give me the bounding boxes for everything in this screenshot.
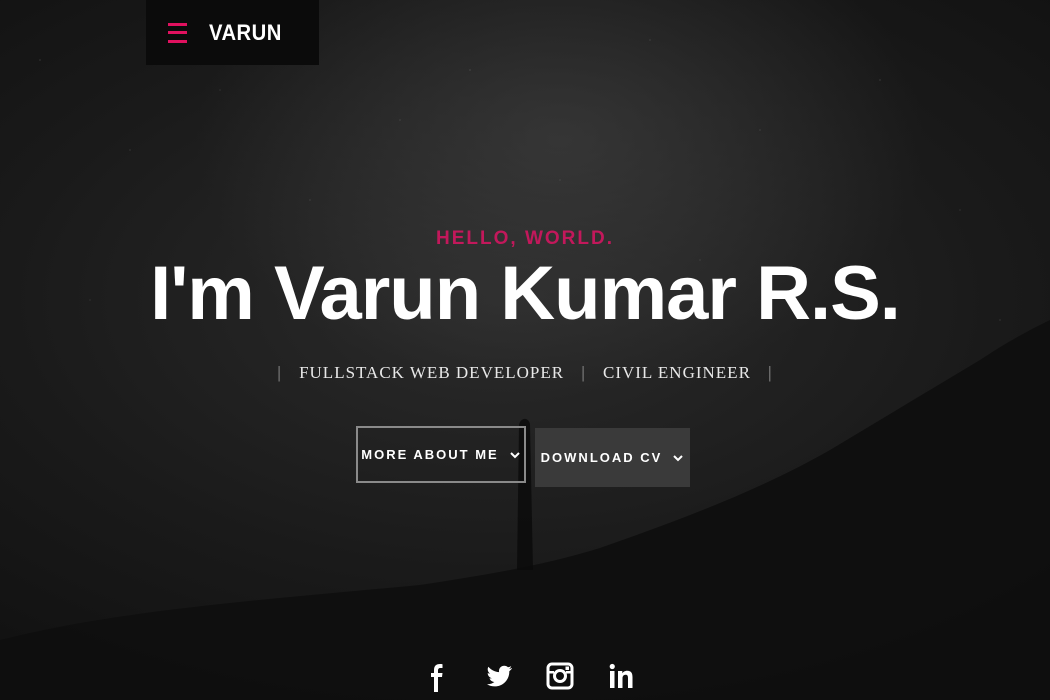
hero-title: I'm Varun Kumar R.S.	[150, 251, 901, 336]
role-separator: |	[768, 363, 773, 382]
download-cv-button[interactable]: DOWNLOAD CV	[535, 428, 690, 487]
facebook-icon[interactable]	[420, 658, 456, 694]
chevron-down-icon	[510, 451, 520, 458]
hero-section	[0, 0, 1050, 700]
linkedin-icon[interactable]	[603, 658, 639, 694]
menu-bar-top	[168, 22, 187, 26]
hamburger-menu-icon[interactable]	[168, 22, 187, 44]
download-cv-label: DOWNLOAD CV	[540, 450, 663, 465]
twitter-icon[interactable]	[481, 658, 517, 694]
more-about-me-button[interactable]: MORE ABOUT ME	[356, 426, 526, 483]
hero-greeting: HELLO, WORLD.	[436, 228, 614, 249]
hero-roles: | FULLSTACK WEB DEVELOPER | CIVIL ENGINE…	[0, 363, 1050, 383]
menu-bar-bottom	[168, 39, 187, 43]
menu-bar-middle	[168, 31, 187, 34]
brand-name[interactable]: VARUN	[209, 20, 282, 46]
hill-silhouette	[0, 320, 1050, 700]
role-separator: |	[277, 363, 282, 382]
role-separator: |	[581, 363, 586, 382]
instagram-icon[interactable]	[542, 658, 578, 694]
more-about-me-label: MORE ABOUT ME	[361, 447, 499, 462]
social-links	[420, 656, 664, 696]
role-fullstack: FULLSTACK WEB DEVELOPER	[299, 363, 565, 382]
role-civil-engineer: CIVIL ENGINEER	[602, 363, 751, 382]
chevron-down-icon	[673, 454, 684, 461]
top-navbar: VARUN	[146, 0, 319, 65]
